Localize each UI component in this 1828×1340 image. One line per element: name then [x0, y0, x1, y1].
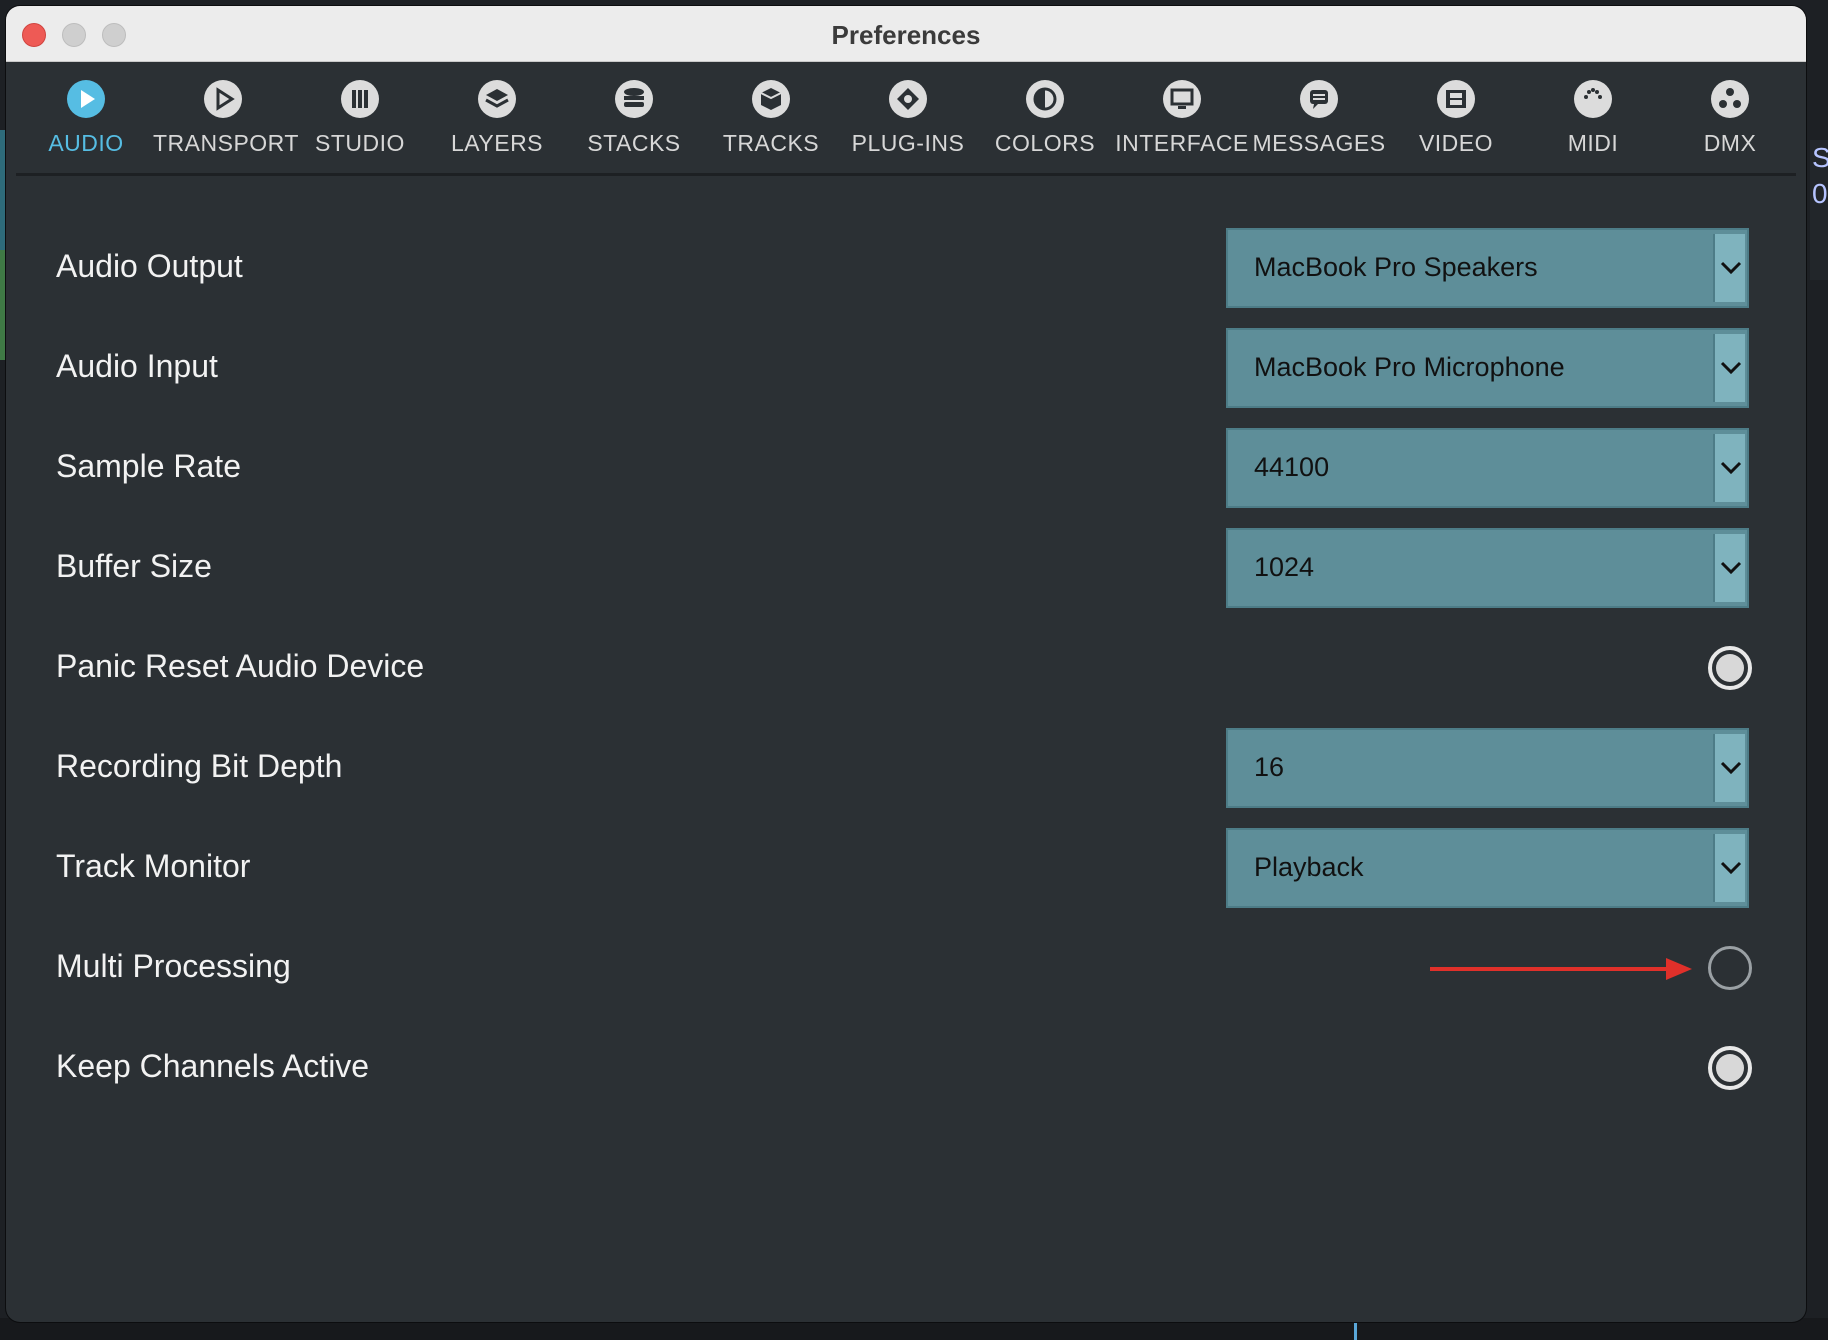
- preferences-window: Preferences AUDIO TRANSPORT STUDIO LAYER…: [6, 6, 1806, 1322]
- select-value: MacBook Pro Speakers: [1254, 252, 1538, 282]
- background-app-edge: S 0: [1810, 140, 1828, 280]
- select-value: MacBook Pro Microphone: [1254, 352, 1565, 382]
- tab-label: STACKS: [587, 130, 681, 156]
- tab-plug-ins[interactable]: PLUG-INS: [838, 80, 978, 170]
- select-value: 44100: [1254, 452, 1330, 482]
- midi-icon: [1574, 80, 1612, 118]
- bit-depth-select[interactable]: 16: [1226, 728, 1749, 808]
- stack-icon: [615, 80, 653, 118]
- tab-messages[interactable]: MESSAGES: [1249, 80, 1389, 170]
- contrast-icon: [1026, 80, 1064, 118]
- tab-label: LAYERS: [450, 130, 544, 156]
- tab-midi[interactable]: MIDI: [1523, 80, 1663, 170]
- window-title: Preferences: [831, 20, 981, 50]
- setting-row-panic-reset: Panic Reset Audio Device: [6, 618, 1806, 718]
- tab-tracks[interactable]: TRACKS: [701, 80, 841, 170]
- audio-input-select[interactable]: MacBook Pro Microphone: [1226, 328, 1749, 408]
- chevron-down-icon[interactable]: [1713, 334, 1745, 402]
- tab-label: MIDI: [1567, 130, 1619, 156]
- setting-label: Multi Processing: [56, 948, 291, 984]
- setting-label: Buffer Size: [56, 548, 212, 584]
- tab-label: AUDIO: [48, 130, 124, 156]
- tab-label: TRANSPORT: [153, 130, 299, 156]
- setting-label: Panic Reset Audio Device: [56, 648, 425, 684]
- setting-row-keep-channels-active: Keep Channels Active: [6, 1018, 1806, 1118]
- setting-row-audio-input: Audio Input MacBook Pro Microphone: [6, 318, 1806, 418]
- play-icon: [67, 80, 105, 118]
- setting-label: Recording Bit Depth: [56, 748, 343, 784]
- tab-label: TRACKS: [722, 130, 820, 156]
- sample-rate-select[interactable]: 44100: [1226, 428, 1749, 508]
- piano-icon: [341, 80, 379, 118]
- setting-row-track-monitor: Track Monitor Playback: [6, 818, 1806, 918]
- chevron-down-icon[interactable]: [1713, 734, 1745, 802]
- setting-row-audio-output: Audio Output MacBook Pro Speakers: [6, 218, 1806, 318]
- tab-video[interactable]: VIDEO: [1386, 80, 1526, 170]
- layers-icon: [478, 80, 516, 118]
- chat-icon: [1300, 80, 1338, 118]
- tab-label: MESSAGES: [1252, 130, 1386, 156]
- plug-icon: [889, 80, 927, 118]
- tab-label: COLORS: [994, 130, 1096, 156]
- monitor-icon: [1163, 80, 1201, 118]
- chevron-down-icon[interactable]: [1713, 234, 1745, 302]
- play-outline-icon: [204, 80, 242, 118]
- background-text: 0: [1812, 178, 1828, 209]
- setting-label: Sample Rate: [56, 448, 241, 484]
- film-icon: [1437, 80, 1475, 118]
- audio-output-select[interactable]: MacBook Pro Speakers: [1226, 228, 1749, 308]
- setting-label: Keep Channels Active: [56, 1048, 370, 1084]
- setting-label: Track Monitor: [56, 848, 251, 884]
- tab-label: DMX: [1703, 130, 1757, 156]
- preferences-tab-bar: AUDIO TRANSPORT STUDIO LAYERS STACKS TRA…: [16, 62, 1796, 176]
- tab-transport[interactable]: TRANSPORT: [153, 80, 299, 170]
- setting-row-buffer-size: Buffer Size 1024: [6, 518, 1806, 618]
- setting-row-multi-processing: Multi Processing: [6, 918, 1806, 1018]
- chevron-down-icon[interactable]: [1713, 834, 1745, 902]
- background-text: S: [1812, 142, 1828, 173]
- keep-channels-active-radio[interactable]: [1708, 1046, 1752, 1090]
- setting-row-sample-rate: Sample Rate 44100: [6, 418, 1806, 518]
- tab-label: PLUG-INS: [851, 130, 965, 156]
- select-value: Playback: [1254, 852, 1364, 882]
- buffer-size-select[interactable]: 1024: [1226, 528, 1749, 608]
- chevron-down-icon[interactable]: [1713, 434, 1745, 502]
- tab-label: STUDIO: [315, 130, 405, 156]
- tab-label: INTERFACE: [1115, 130, 1249, 156]
- tab-interface[interactable]: INTERFACE: [1112, 80, 1252, 170]
- tab-layers[interactable]: LAYERS: [427, 80, 567, 170]
- tab-colors[interactable]: COLORS: [975, 80, 1115, 170]
- setting-label: Audio Output: [56, 248, 243, 284]
- red-arrow-annotation: [1430, 958, 1692, 980]
- multi-processing-radio[interactable]: [1708, 946, 1752, 990]
- chevron-down-icon[interactable]: [1713, 534, 1745, 602]
- dmx-icon: [1711, 80, 1749, 118]
- cube-icon: [752, 80, 790, 118]
- panic-reset-radio[interactable]: [1708, 646, 1752, 690]
- setting-row-recording-bit-depth: Recording Bit Depth 16: [6, 718, 1806, 818]
- tab-dmx[interactable]: DMX: [1660, 80, 1800, 170]
- select-value: 16: [1254, 752, 1285, 782]
- title-bar: Preferences: [6, 6, 1806, 62]
- tab-studio[interactable]: STUDIO: [290, 80, 430, 170]
- track-monitor-select[interactable]: Playback: [1226, 828, 1749, 908]
- tab-audio[interactable]: AUDIO: [16, 80, 156, 170]
- tab-stacks[interactable]: STACKS: [564, 80, 704, 170]
- tab-label: VIDEO: [1418, 130, 1494, 156]
- select-value: 1024: [1254, 552, 1315, 582]
- setting-label: Audio Input: [56, 348, 218, 384]
